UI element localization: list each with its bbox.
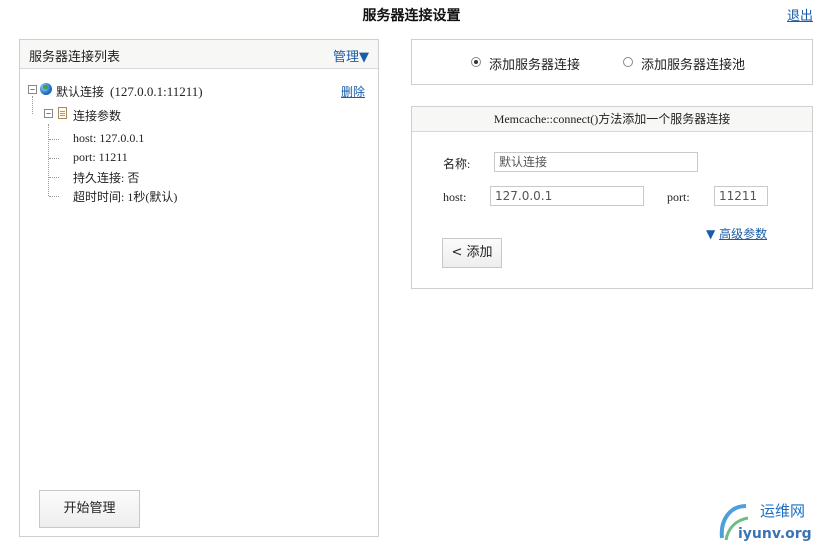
connection-params-node[interactable]: 连接参数 (73, 107, 121, 124)
radio-add-connection-pool[interactable] (623, 57, 633, 67)
radio-label-add-connection-pool[interactable]: 添加服务器连接池 (641, 54, 745, 73)
param-persistent: 持久连接: 否 (73, 171, 140, 185)
connection-mode-selector: 添加服务器连接 添加服务器连接池 (411, 39, 813, 85)
tree-connector (49, 139, 59, 140)
connection-name: 默认连接 (56, 85, 105, 99)
tree-connector (49, 177, 59, 178)
name-label: 名称: (443, 157, 471, 171)
start-manage-button[interactable]: 开始管理 (39, 490, 140, 528)
port-label: port: (667, 190, 690, 204)
advanced-params-link[interactable]: ▼ 高级参数 (706, 225, 767, 242)
connection-address: (127.0.0.1:11211) (110, 84, 203, 99)
collapse-toggle-params[interactable]: − (44, 109, 53, 118)
tree-connector (48, 124, 49, 196)
form-header: Memcache::connect()方法添加一个服务器连接 (412, 107, 812, 132)
page-title: 服务器连接设置 (362, 8, 461, 24)
host-input[interactable]: 127.0.0.1 (490, 186, 644, 206)
connection-node-default[interactable]: 默认连接 (127.0.0.1:11211) (56, 83, 203, 100)
advanced-params-label: 高级参数 (719, 227, 768, 241)
name-input[interactable]: 默认连接 (494, 152, 698, 172)
logout-link[interactable]: 退出 (787, 5, 813, 24)
globe-icon (40, 83, 52, 95)
host-label: host: (443, 190, 467, 204)
panel-title: 服务器连接列表 (29, 50, 121, 65)
watermark-logo-icon: 运维网 iyunv.org (719, 502, 812, 542)
tree-connector (49, 158, 59, 159)
server-connection-list-panel: 服务器连接列表 管理▼ − 默认连接 (127.0.0.1:11211) 删除 −… (19, 39, 379, 537)
port-input[interactable]: 11211 (714, 186, 768, 206)
radio-add-connection[interactable] (471, 57, 481, 67)
param-host: host: 127.0.0.1 (73, 131, 145, 145)
param-port: port: 11211 (73, 150, 128, 164)
document-icon (58, 107, 67, 119)
manage-dropdown[interactable]: 管理▼ (333, 46, 369, 65)
delete-link[interactable]: 删除 (341, 83, 365, 100)
param-timeout: 超时时间: 1秒(默认) (73, 190, 178, 204)
collapse-toggle-root[interactable]: − (28, 85, 37, 94)
chevron-down-icon: ▼ (706, 227, 716, 241)
site-watermark: 运维网 iyunv.org (716, 498, 821, 544)
panel-header: 服务器连接列表 管理▼ (20, 40, 378, 69)
watermark-text-line1: 运维网 (760, 502, 805, 520)
add-connection-form: Memcache::connect()方法添加一个服务器连接 名称: 默认连接 … (411, 106, 813, 289)
tree-connector (32, 96, 33, 114)
tree-connector (49, 196, 59, 197)
radio-label-add-connection[interactable]: 添加服务器连接 (489, 54, 580, 73)
add-button[interactable]: < 添加 (442, 238, 502, 268)
watermark-text-line2: iyunv.org (738, 526, 812, 542)
